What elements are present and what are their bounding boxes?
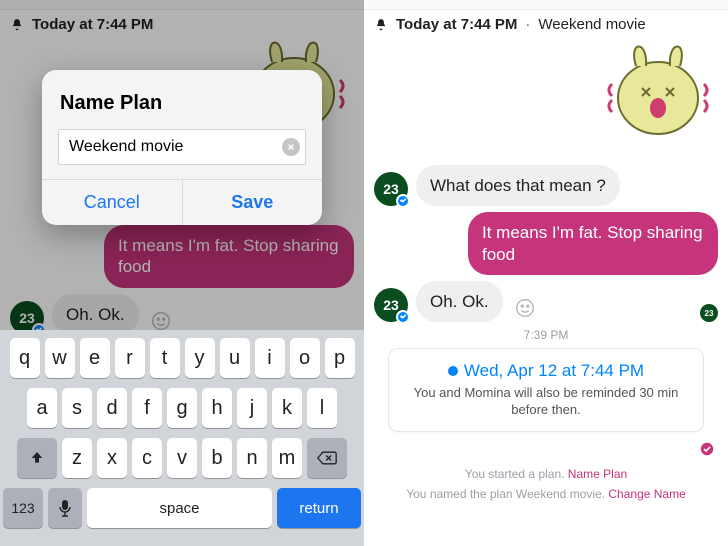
screenshot-right: Today at 7:44 PM · Weekend movie 23 Wh [364,0,728,546]
key-a[interactable]: a [27,388,57,428]
key-h[interactable]: h [202,388,232,428]
screenshot-left: Today at 7:44 PM It means I'm fat. Stop … [0,0,364,546]
key-k[interactable]: k [272,388,302,428]
key-return[interactable]: return [277,488,361,528]
messenger-badge-icon [396,194,410,208]
key-shift[interactable] [17,438,57,478]
keyboard-row-3: z x c v b n m [3,438,361,478]
key-numbers[interactable]: 123 [3,488,43,528]
message-sent: It means I'm fat. Stop sharing food [374,212,718,275]
message-received-2: 23 Oh. Ok. 23 [374,281,718,322]
cancel-button[interactable]: Cancel [42,180,183,225]
key-p[interactable]: p [325,338,355,378]
bubble-received[interactable]: Oh. Ok. [416,281,503,322]
messenger-badge-icon [396,310,410,324]
dialog-title: Name Plan [58,88,306,129]
key-x[interactable]: x [97,438,127,478]
key-q[interactable]: q [10,338,40,378]
key-b[interactable]: b [202,438,232,478]
avatar[interactable]: 23 [374,172,408,206]
bubble-received[interactable]: What does that mean ? [416,165,620,206]
keyboard-row-1: q w e r t y u i o p [3,338,361,378]
read-receipt-avatar: 23 [700,304,718,322]
key-e[interactable]: e [80,338,110,378]
key-space[interactable]: space [87,488,272,528]
key-mic[interactable] [48,488,82,528]
key-o[interactable]: o [290,338,320,378]
key-n[interactable]: n [237,438,267,478]
key-u[interactable]: u [220,338,250,378]
key-g[interactable]: g [167,388,197,428]
change-name-link[interactable]: Change Name [608,487,685,501]
reminder-sent-check-icon [364,442,714,461]
key-j[interactable]: j [237,388,267,428]
save-button[interactable]: Save [183,180,323,225]
key-backspace[interactable] [307,438,347,478]
reminder-dot-icon [448,366,458,376]
keyboard-row-4: 123 space return [3,488,361,528]
message-received-1: 23 What does that mean ? [374,165,718,206]
key-v[interactable]: v [167,438,197,478]
system-line-2: You named the plan Weekend movie. Change… [364,487,728,501]
key-m[interactable]: m [272,438,302,478]
clear-input-button[interactable] [282,138,300,156]
key-z[interactable]: z [62,438,92,478]
key-f[interactable]: f [132,388,162,428]
reminder-title: Wed, Apr 12 at 7:44 PM [464,361,644,381]
header-time: Today at 7:44 PM [396,16,517,33]
reminder-card[interactable]: Wed, Apr 12 at 7:44 PM You and Momina wi… [388,348,704,432]
key-d[interactable]: d [97,388,127,428]
avatar[interactable]: 23 [374,288,408,322]
key-y[interactable]: y [185,338,215,378]
status-bar [364,0,728,10]
emoji-button[interactable] [511,294,539,322]
key-c[interactable]: c [132,438,162,478]
key-i[interactable]: i [255,338,285,378]
system-line-1: You started a plan. Name Plan [364,467,728,481]
bell-icon [374,18,388,32]
key-t[interactable]: t [150,338,180,378]
keyboard: q w e r t y u i o p a s d f g h j k l [0,330,364,546]
header-sep: · [525,16,530,33]
key-l[interactable]: l [307,388,337,428]
name-plan-dialog: Name Plan Cancel Save [42,70,322,225]
bubble-sent[interactable]: It means I'm fat. Stop sharing food [468,212,718,275]
key-r[interactable]: r [115,338,145,378]
key-w[interactable]: w [45,338,75,378]
sticker-bunny[interactable] [598,30,718,140]
reminder-body: You and Momina will also be reminded 30 … [403,385,689,419]
key-s[interactable]: s [62,388,92,428]
name-plan-link[interactable]: Name Plan [568,467,627,481]
timestamp: 7:39 PM [364,328,728,342]
plan-name-input[interactable] [58,129,306,165]
keyboard-row-2: a s d f g h j k l [3,388,361,428]
